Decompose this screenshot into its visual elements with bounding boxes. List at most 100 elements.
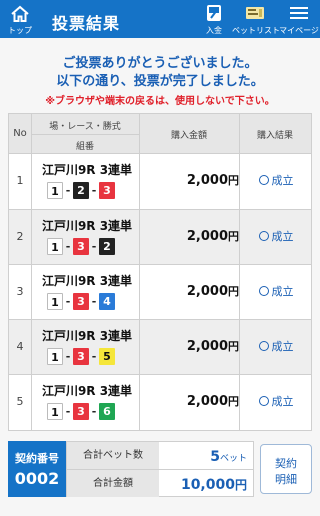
- total-bets-value: 5ベット: [159, 442, 253, 469]
- purchase-amount-unit: 円: [228, 395, 239, 408]
- purchase-result: 成立: [245, 172, 307, 188]
- boat-number-1st: 1: [47, 348, 63, 365]
- boat-number-3rd: 5: [99, 348, 115, 365]
- app-header: トップ 投票結果 入金 ベットリスト マイページ: [0, 0, 320, 38]
- boat-number-3rd: 3: [99, 182, 115, 199]
- purchase-amount-unit: 円: [228, 285, 239, 298]
- combination: 1-2-3: [47, 182, 127, 200]
- purchase-result-label: 成立: [271, 230, 294, 243]
- betlist-label: ベットリスト: [232, 26, 280, 35]
- total-bets-number: 5: [210, 449, 220, 465]
- row-number: 3: [16, 285, 24, 298]
- success-circle-icon: [258, 396, 269, 406]
- total-amount-unit: 円: [234, 478, 247, 492]
- purchase-amount: 2,000円: [139, 228, 239, 244]
- purchase-amount-value: 2,000: [186, 173, 228, 188]
- row-number: 5: [16, 395, 24, 408]
- home-label: トップ: [8, 26, 32, 35]
- combination-separator: -: [91, 184, 97, 197]
- purchase-result: 成立: [245, 393, 307, 409]
- purchase-result-label: 成立: [271, 285, 294, 298]
- header-amount: 購入金額: [170, 131, 207, 141]
- contract-detail-label-line1: 契約: [275, 457, 297, 470]
- column-divider: [31, 114, 32, 430]
- combination: 1-3-5: [47, 348, 127, 366]
- purchase-result-label: 成立: [271, 340, 294, 353]
- purchase-result: 成立: [245, 338, 307, 354]
- combination-separator: -: [91, 240, 97, 253]
- purchase-amount-unit: 円: [228, 230, 239, 243]
- combination-separator: -: [65, 350, 71, 363]
- total-amount-value: 10,000円: [159, 470, 253, 497]
- home-button[interactable]: トップ: [0, 0, 40, 38]
- purchase-amount: 2,000円: [139, 338, 239, 354]
- race-info: 江戸川9R 3連単: [41, 219, 133, 233]
- boat-number-2nd: 3: [73, 293, 89, 310]
- purchase-result: 成立: [245, 228, 307, 244]
- combination-separator: -: [91, 295, 97, 308]
- table-row: 4 江戸川9R 3連単 1-3-5 2,000円 成立: [9, 319, 311, 374]
- race-info: 江戸川9R 3連単: [41, 163, 133, 177]
- combination-separator: -: [91, 405, 97, 418]
- purchase-amount-value: 2,000: [186, 394, 228, 409]
- contract-number-label: 契約番号: [15, 452, 59, 465]
- total-amount-number: 10,000: [180, 477, 235, 493]
- combination: 1-3-2: [47, 238, 127, 256]
- ticket-icon: [246, 7, 264, 19]
- betlist-button[interactable]: ベットリスト: [232, 0, 280, 38]
- purchase-amount: 2,000円: [139, 393, 239, 409]
- contract-detail-button[interactable]: 契約 明細: [260, 444, 312, 494]
- purchase-amount-unit: 円: [228, 174, 239, 187]
- hamburger-menu-icon: [290, 7, 308, 19]
- header-no: No: [13, 128, 27, 139]
- mypage-label: マイページ: [279, 26, 319, 35]
- boat-number-1st: 1: [47, 293, 63, 310]
- purchase-amount-value: 2,000: [186, 284, 228, 299]
- race-info: 江戸川9R 3連単: [41, 384, 133, 398]
- totals-box: 合計ベット数 5ベット 合計金額 10,000円: [66, 441, 254, 497]
- column-divider: [239, 114, 240, 430]
- total-bets-unit: ベット: [219, 454, 247, 464]
- table-row: 3 江戸川9R 3連単 1-3-4 2,000円 成立: [9, 264, 311, 319]
- contract-number-box: 契約番号 0002: [8, 441, 66, 497]
- mypage-button[interactable]: マイページ: [278, 0, 320, 38]
- thanks-message: ご投票ありがとうございました。: [62, 56, 258, 71]
- race-info: 江戸川9R 3連単: [41, 329, 133, 343]
- boat-number-2nd: 3: [73, 403, 89, 420]
- contract-number-value: 0002: [14, 469, 60, 488]
- purchase-result: 成立: [245, 283, 307, 299]
- combination-separator: -: [65, 295, 71, 308]
- boat-number-3rd: 4: [99, 293, 115, 310]
- race-info: 江戸川9R 3連単: [41, 274, 133, 288]
- combination-separator: -: [65, 184, 71, 197]
- boat-number-1st: 1: [47, 182, 63, 199]
- success-circle-icon: [258, 231, 269, 241]
- back-button-warning: ※ブラウザや端末の戻るは、使用しないで下さい。: [45, 96, 275, 107]
- bet-results-table: No 場・レース・勝式 組番 購入金額 購入結果 1 江戸川9R 3連単 1-2-3…: [8, 113, 312, 431]
- combination-separator: -: [65, 405, 71, 418]
- purchase-amount-unit: 円: [228, 340, 239, 353]
- row-number: 4: [16, 340, 24, 353]
- total-bets-label: 合計ベット数: [67, 442, 159, 469]
- boat-number-2nd: 3: [73, 348, 89, 365]
- deposit-label: 入金: [206, 26, 222, 35]
- purchase-amount-value: 2,000: [186, 339, 228, 354]
- purchase-amount: 2,000円: [139, 172, 239, 188]
- header-divider: [31, 134, 139, 135]
- combination: 1-3-4: [47, 293, 127, 311]
- purchase-amount: 2,000円: [139, 283, 239, 299]
- total-amount-label: 合計金額: [67, 470, 159, 497]
- combination: 1-3-6: [47, 403, 127, 421]
- purchase-result-label: 成立: [271, 395, 294, 408]
- boat-number-3rd: 6: [99, 403, 115, 420]
- header-place-race-type: 場・レース・勝式: [49, 122, 121, 132]
- table-header: No 場・レース・勝式 組番 購入金額 購入結果: [9, 114, 311, 154]
- deposit-button[interactable]: 入金: [196, 0, 232, 38]
- combination-separator: -: [91, 350, 97, 363]
- boat-number-1st: 1: [47, 403, 63, 420]
- boat-number-3rd: 2: [99, 238, 115, 255]
- table-row: 5 江戸川9R 3連単 1-3-6 2,000円 成立: [9, 374, 311, 429]
- column-divider: [139, 114, 140, 430]
- completion-message: 以下の通り、投票が完了しました。: [56, 74, 264, 89]
- deposit-icon: [207, 5, 221, 21]
